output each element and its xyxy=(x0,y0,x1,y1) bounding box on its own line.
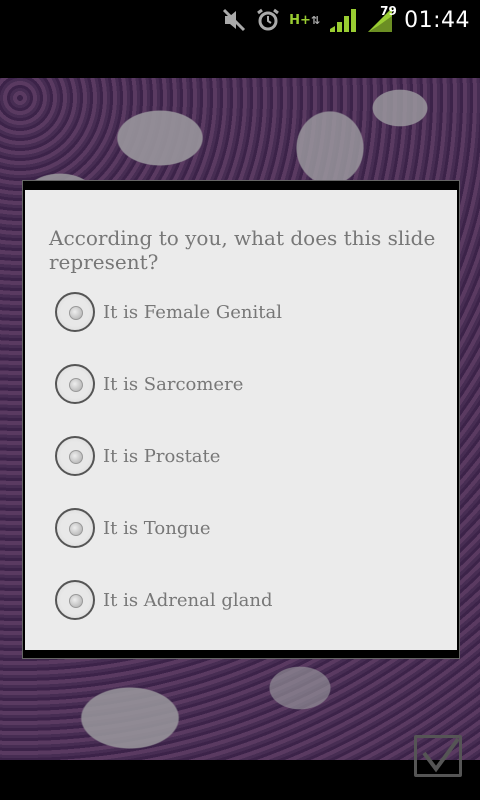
signal-icon xyxy=(328,6,358,34)
radio-button[interactable] xyxy=(55,580,95,620)
option-label: It is Prostate xyxy=(103,445,221,467)
option-prostate[interactable]: It is Prostate xyxy=(55,434,220,478)
data-arrows-icon: ⇅ xyxy=(310,13,321,27)
radio-button[interactable] xyxy=(55,436,95,476)
option-tongue[interactable]: It is Tongue xyxy=(55,506,211,550)
question-text: According to you, what does this slide r… xyxy=(49,226,436,274)
option-sarcomere[interactable]: It is Sarcomere xyxy=(55,362,243,406)
alarm-icon xyxy=(255,7,281,33)
clock: 01:44 xyxy=(404,7,470,33)
network-type-label: H+ xyxy=(289,12,311,28)
option-female-genital[interactable]: It is Female Genital xyxy=(55,290,282,334)
option-label: It is Sarcomere xyxy=(103,373,244,395)
battery-icon: 79 xyxy=(366,4,397,34)
network-type-icon: H+ ⇅ xyxy=(289,14,320,27)
question-dialog: According to you, what does this slide r… xyxy=(22,180,460,659)
mute-icon xyxy=(221,7,247,33)
radio-button[interactable] xyxy=(55,364,95,404)
radio-button[interactable] xyxy=(55,292,95,332)
bottom-bar xyxy=(0,760,480,800)
battery-level: 79 xyxy=(380,4,397,18)
option-label: It is Adrenal gland xyxy=(103,589,273,611)
option-label: It is Tongue xyxy=(103,517,211,539)
status-bar: H+ ⇅ 79 01:44 xyxy=(0,0,480,40)
dialog-body: According to you, what does this slide r… xyxy=(25,190,457,650)
confirm-button[interactable] xyxy=(414,735,462,777)
radio-button[interactable] xyxy=(55,508,95,548)
option-label: It is Female Genital xyxy=(103,301,282,323)
status-icons: H+ ⇅ 79 01:44 xyxy=(213,4,470,36)
option-adrenal-gland[interactable]: It is Adrenal gland xyxy=(55,578,273,622)
checkbox-check-icon xyxy=(422,737,460,773)
